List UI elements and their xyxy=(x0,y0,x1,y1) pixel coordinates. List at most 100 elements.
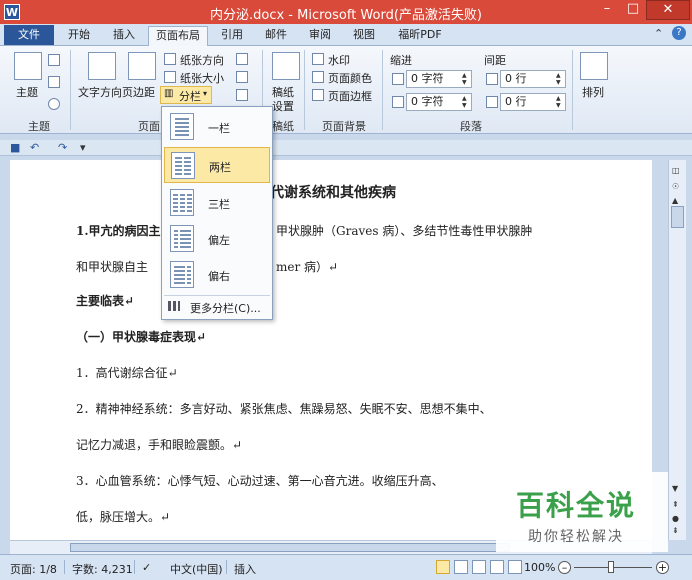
status-bar: 页面: 1/8 字数: 4,231 ✓ 中文(中国) 插入 100% – + xyxy=(0,554,692,580)
tab-mailings[interactable]: 邮件 xyxy=(256,26,296,46)
help-icon[interactable]: ? xyxy=(672,26,686,40)
close-button[interactable]: ✕ xyxy=(646,0,690,20)
scroll-up-icon[interactable]: ▲ xyxy=(672,196,678,205)
one-column-icon xyxy=(170,113,194,140)
customize-qat-icon[interactable]: ▾ xyxy=(80,141,86,154)
status-page-count[interactable]: 页面: 1/8 xyxy=(10,561,57,577)
spacing-before-input[interactable]: 0 行 ▲ ▼ xyxy=(500,70,566,88)
outline-view-icon[interactable] xyxy=(490,560,504,574)
columns-button[interactable]: ▥ 分栏 ▾ xyxy=(160,86,212,104)
group-label-page-setup: 页面 xyxy=(138,120,160,133)
spin-arrows-icon[interactable]: ▲ ▼ xyxy=(462,95,470,109)
doc-line: mer 病）↵ xyxy=(276,260,339,274)
watermark-icon[interactable] xyxy=(312,53,324,65)
columns-option-three[interactable]: 三栏 xyxy=(164,185,270,221)
text-direction-icon[interactable] xyxy=(88,52,116,80)
arrange-icon[interactable] xyxy=(580,52,608,80)
doc-line: 低，脉压增大。↵ xyxy=(76,510,171,524)
columns-option-left[interactable]: 偏左 xyxy=(164,221,270,257)
tab-home[interactable]: 开始 xyxy=(58,26,100,46)
next-page-icon[interactable]: ⇟ xyxy=(672,526,679,535)
indent-left-input[interactable]: 0 字符 ▲ ▼ xyxy=(406,70,472,88)
orientation-icon[interactable] xyxy=(164,53,176,65)
spin-arrows-icon[interactable]: ▲ ▼ xyxy=(462,72,470,86)
group-label-paragraph: 段落 xyxy=(460,120,482,133)
page-borders-icon[interactable] xyxy=(312,89,324,101)
draft-view-icon[interactable] xyxy=(508,560,522,574)
tab-file[interactable]: 文件 xyxy=(4,25,54,45)
minimize-button[interactable]: – xyxy=(594,0,620,20)
arrange-button[interactable]: 排列 xyxy=(582,84,604,100)
zoom-slider-thumb[interactable] xyxy=(608,561,614,573)
vertical-scrollbar[interactable]: ◫ ☉ ▲ ▼ ⇞ ● ⇟ xyxy=(668,160,686,540)
margins-label[interactable]: 页边距 xyxy=(122,84,155,100)
themes-icon[interactable] xyxy=(14,52,42,80)
spin-arrows-icon[interactable]: ▲ ▼ xyxy=(556,95,564,109)
two-columns-icon xyxy=(171,152,195,179)
spacing-after-input[interactable]: 0 行 ▲ ▼ xyxy=(500,93,566,111)
watermark-sub-text: 助你轻松解决 xyxy=(528,529,624,545)
horizontal-scroll-thumb[interactable] xyxy=(70,543,510,552)
more-columns-option[interactable]: 更多分栏(C)... xyxy=(164,295,270,317)
ribbon-collapse-icon[interactable]: ⌃ xyxy=(654,27,663,40)
tab-references[interactable]: 引用 xyxy=(212,26,252,46)
page-color-button[interactable]: 页面颜色 xyxy=(328,70,372,86)
margins-icon[interactable] xyxy=(128,52,156,80)
orientation-button[interactable]: 纸张方向 xyxy=(180,52,224,68)
draft-paper-icon[interactable] xyxy=(272,52,300,80)
ribbon-tab-row: 文件 开始 插入 页面布局 引用 邮件 审阅 视图 福昕PDF ⌃ ? xyxy=(0,24,692,46)
status-word-count[interactable]: 字数: 4,231 xyxy=(72,561,133,577)
group-label-draft: 稿纸 xyxy=(272,120,294,133)
zoom-level[interactable]: 100% xyxy=(524,561,555,574)
full-screen-view-icon[interactable] xyxy=(454,560,468,574)
web-layout-view-icon[interactable] xyxy=(472,560,486,574)
theme-fonts-icon[interactable] xyxy=(48,76,60,88)
undo-icon[interactable]: ↶ xyxy=(30,141,39,154)
columns-option-right[interactable]: 偏右 xyxy=(164,257,270,293)
tab-insert[interactable]: 插入 xyxy=(104,26,144,46)
status-insert-mode[interactable]: 插入 xyxy=(234,561,256,577)
status-language[interactable]: 中文(中国) xyxy=(170,561,223,577)
columns-option-two[interactable]: 两栏 xyxy=(164,147,270,183)
print-layout-view-icon[interactable] xyxy=(436,560,450,574)
theme-effects-icon[interactable] xyxy=(48,98,60,110)
page-color-icon[interactable] xyxy=(312,71,324,83)
previous-page-icon[interactable]: ⇞ xyxy=(672,500,679,509)
doc-line: 2．精神神经系统：多言好动、紧张焦虑、焦躁易怒、失眠不安、思想不集中、 xyxy=(76,402,492,416)
line-numbers-icon[interactable] xyxy=(236,71,248,83)
columns-option-one[interactable]: 一栏 xyxy=(164,109,270,145)
page-borders-button[interactable]: 页面边框 xyxy=(328,88,372,104)
draft-paper-label-line2[interactable]: 设置 xyxy=(272,98,294,114)
breaks-icon[interactable] xyxy=(236,53,248,65)
ruler-toggle-icon[interactable]: ◫ xyxy=(672,166,680,175)
zoom-in-icon[interactable]: + xyxy=(656,561,669,574)
tab-view[interactable]: 视图 xyxy=(344,26,384,46)
tab-foxit-pdf[interactable]: 福昕PDF xyxy=(390,26,450,46)
watermark-main-text: 百科全说 xyxy=(516,489,637,522)
themes-button-label[interactable]: 主题 xyxy=(16,84,38,100)
tab-page-layout[interactable]: 页面布局 xyxy=(148,26,208,46)
doc-line: 1.甲亢的病因主 xyxy=(76,224,161,238)
browse-icon[interactable]: ☉ xyxy=(672,182,679,191)
scroll-down-icon[interactable]: ▼ xyxy=(672,484,678,493)
spin-arrows-icon[interactable]: ▲ ▼ xyxy=(556,72,564,86)
spacing-after-icon xyxy=(486,96,498,108)
text-direction-label[interactable]: 文字方向 xyxy=(78,84,122,100)
save-icon[interactable]: ■ xyxy=(10,141,20,154)
redo-icon[interactable]: ↷ xyxy=(58,141,67,154)
hyphenation-icon[interactable] xyxy=(236,89,248,101)
select-browse-object-icon[interactable]: ● xyxy=(672,514,679,523)
scroll-thumb[interactable] xyxy=(671,206,684,228)
tab-review[interactable]: 审阅 xyxy=(300,26,340,46)
paper-size-button[interactable]: 纸张大小 xyxy=(180,70,224,86)
maximize-button[interactable]: □ xyxy=(620,0,646,20)
paper-size-icon[interactable] xyxy=(164,71,176,83)
title-bar: W 内分泌.docx - Microsoft Word(产品激活失败) – □ … xyxy=(0,0,692,24)
watermark-button[interactable]: 水印 xyxy=(328,52,350,68)
indent-left-icon xyxy=(392,73,404,85)
theme-colors-icon[interactable] xyxy=(48,54,60,66)
left-column-icon xyxy=(170,225,194,252)
zoom-out-icon[interactable]: – xyxy=(558,561,571,574)
proofing-icon[interactable]: ✓ xyxy=(142,561,151,574)
indent-right-input[interactable]: 0 字符 ▲ ▼ xyxy=(406,93,472,111)
